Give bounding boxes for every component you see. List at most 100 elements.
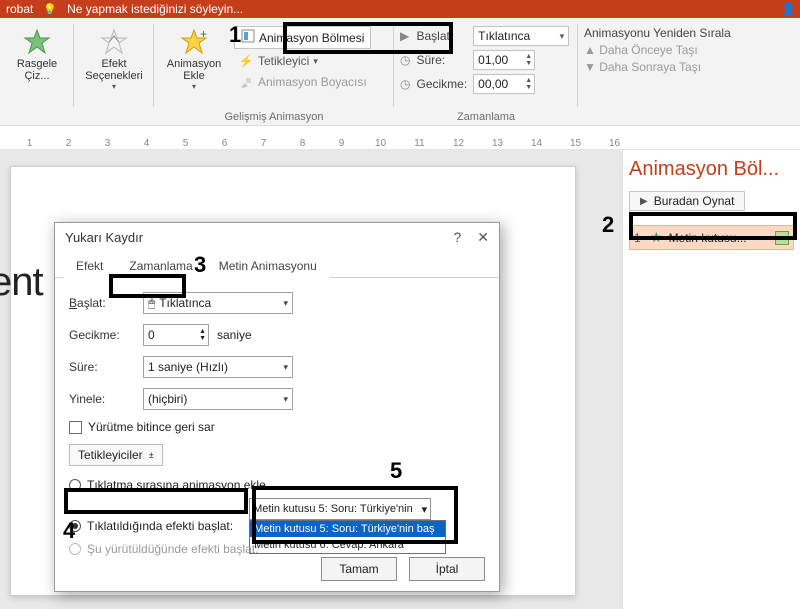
chevron-down-icon: ▾ [313,56,318,67]
callout-number: 3 [194,252,206,278]
duration-label: Süre: [416,53,467,67]
pane-title: Animasyon Böl... [629,158,794,181]
rewind-checkbox[interactable]: Yürütme bitince geri sar [69,420,485,434]
duration-select[interactable]: 1 saniye (Hızlı) ▾ [143,356,293,378]
efekt-secenekleri-button[interactable]: Efekt Seçenekleri ▾ [82,22,146,91]
delay-icon: ◷ [400,77,410,91]
ruler-tick: 9 [322,138,361,149]
ruler-tick: 16 [595,138,634,149]
dialog-title: Yukarı Kaydır [65,230,143,245]
ruler-tick: 6 [205,138,244,149]
ruler-tick: 15 [556,138,595,149]
ok-button[interactable]: Tamam [321,557,397,581]
star-icon [23,28,51,56]
delay-label: Gecikme: [69,328,135,342]
add-animation-icon: + [180,28,208,56]
chevron-down-icon: ▾ [560,31,565,42]
ruler-tick: 10 [361,138,400,149]
reorder-title: Animasyonu Yeniden Sırala [584,26,731,40]
dropdown-option[interactable]: Metin kutusu 6: Cevap: Ankara [250,537,445,553]
rasgele-cizgiler-button[interactable]: Rasgele Çiz... [5,22,69,82]
close-button[interactable]: ✕ [477,229,489,246]
trigger-object-dropdown[interactable]: Metin kutusu 5: Soru: Türkiye'nin baş Me… [249,520,446,554]
chevron-down-icon: ▾ [283,394,288,405]
chevron-down-icon: ▾ [112,82,116,91]
tab-timing[interactable]: Zamanlama [116,253,205,278]
clock-icon: ◷ [400,53,410,67]
mouse-icon: 🖱 [148,296,155,311]
brush-icon [238,74,254,90]
ruler-tick: 1 [10,138,49,149]
dropdown-option[interactable]: Metin kutusu 5: Soru: Türkiye'nin baş [250,521,445,537]
repeat-select[interactable]: (hiçbiri) ▾ [143,388,293,410]
account-icon[interactable]: 👤 [781,2,796,16]
checkbox-icon [69,421,82,434]
title-bar: robat 💡 Ne yapmak istediğinizi söyleyin.… [0,0,800,18]
lightning-icon: ⚡ [238,53,254,69]
ruler-tick: 12 [439,138,478,149]
ruler-tick: 8 [283,138,322,149]
ruler-tick: 11 [400,138,439,149]
tab-text-anim[interactable]: Metin Animasyonu [206,253,330,278]
help-button[interactable]: ? [453,229,461,246]
ruler-tick: 14 [517,138,556,149]
effect-options-dialog: Yukarı Kaydır ? ✕ Efekt Zamanlama Metin … [54,222,500,592]
cancel-button[interactable]: İptal [409,557,485,581]
ruler-tick: 2 [49,138,88,149]
ruler-tick: 5 [166,138,205,149]
chevron-down-icon: ▾ [283,362,288,373]
callout-number: 4 [63,518,75,544]
callout-number: 2 [602,212,614,238]
start-select[interactable]: Tıklatınca▾ [473,26,569,46]
chevron-down-icon: ▾ [192,82,196,91]
animation-list-item[interactable]: 1 ★ Metin kutusu... [629,225,794,250]
ruler-tick: 7 [244,138,283,149]
radio-icon [69,479,81,491]
chevron-up-icon: ± [149,450,154,460]
ruler-tick: 4 [127,138,166,149]
triggers-toggle-button[interactable]: Tetikleyiciler ± [69,444,163,466]
ruler-tick: 3 [88,138,127,149]
animasyon-ekle-button[interactable]: + Animasyon Ekle ▾ [160,22,228,91]
group-label: Zamanlama [457,111,515,125]
group-label: Gelişmiş Animasyon [224,111,323,125]
slide-text: ent [0,260,43,305]
repeat-label: Yinele: [69,392,135,406]
play-icon: ▶ [400,29,410,43]
move-earlier-button: ▲ Daha Önceye Taşı [584,43,731,57]
unit-label: saniye [217,328,252,342]
effect-options-icon [100,28,128,56]
start-select[interactable]: 🖱 Tıklatınca ▾ [143,292,293,314]
ribbon: Rasgele Çiz... Efekt Seçenekleri ▾ + Ani… [0,18,800,126]
trigger-button[interactable]: ⚡ Tetikleyici ▾ [234,52,371,70]
duration-label: Süre: [69,360,135,374]
duration-spinner[interactable]: 01,00 ▲▼ [473,50,535,70]
horizontal-ruler: 12345678910111213141516 [0,126,800,150]
star-icon: ★ [650,229,663,246]
play-from-here-button[interactable]: ▶ Buradan Oynat [629,191,745,211]
delay-spinner[interactable]: 00,00 ▲▼ [473,74,535,94]
radio-icon [69,543,81,555]
delay-spinner[interactable]: 0 ▲▼ [143,324,209,346]
chevron-down-icon: ▾ [283,298,288,309]
chevron-down-icon: ▾ [422,503,428,516]
callout-number: 1 [229,22,241,48]
svg-text:+: + [200,27,207,41]
move-later-button: ▼ Daha Sonraya Taşı [584,60,731,74]
callout-number: 5 [390,458,402,484]
delay-label: Gecikme: [416,77,467,91]
acrobat-label: robat [6,2,33,16]
dialog-tabs: Efekt Zamanlama Metin Animasyonu [55,252,499,278]
radio-click-sequence[interactable]: Tıklatma sırasına animasyon ekle [69,478,485,492]
timeline-bar [775,231,789,245]
animation-pane-button[interactable]: Animasyon Bölmesi [234,26,371,49]
animation-pane: Animasyon Böl... ▶ Buradan Oynat 1 ★ Met… [622,150,800,609]
ruler-tick: 13 [478,138,517,149]
start-label: Başlat: [416,29,467,43]
lightbulb-icon: 💡 [43,3,57,16]
tab-effect[interactable]: Efekt [63,253,116,278]
tell-me-input[interactable]: Ne yapmak istediğinizi söyleyin... [67,2,243,16]
start-label: Başlat: [69,296,135,310]
trigger-object-select[interactable]: Metin kutusu 5: Soru: Türkiye'nin ▾ [249,498,431,520]
item-index: 1 [634,231,644,245]
